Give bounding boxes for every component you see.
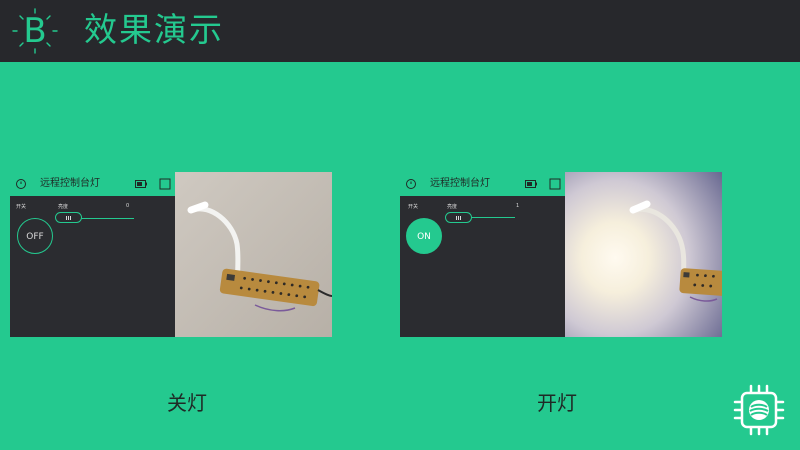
slider-value: 0	[126, 203, 130, 209]
app-header: 远程控制台灯	[10, 172, 175, 196]
slider-label: 亮度	[447, 204, 458, 210]
device-icon[interactable]	[405, 178, 417, 190]
caption-on: 开灯	[537, 391, 577, 415]
device-icon[interactable]	[15, 178, 27, 190]
chip-logo-icon	[731, 382, 787, 438]
logo-letter: B	[23, 11, 47, 51]
slider-grip-icon	[66, 216, 72, 220]
app-title: 远程控制台灯	[430, 178, 490, 189]
demo-panel-off: 远程控制台灯 开关 亮度 0 OFF	[10, 172, 332, 337]
switch-label: 开关	[408, 204, 419, 210]
app-header: 远程控制台灯	[400, 172, 565, 196]
demo-panel-on: 远程控制台灯 开关 亮度 1 ON	[400, 172, 722, 337]
slider-grip-icon	[456, 216, 462, 220]
app-title: 远程控制台灯	[40, 178, 100, 189]
slider-value: 1	[516, 203, 520, 209]
square-icon[interactable]	[159, 178, 171, 190]
power-button[interactable]: ON	[406, 218, 442, 254]
battery-icon[interactable]	[135, 179, 147, 189]
blynk-logo-icon: B	[10, 6, 60, 56]
brightness-slider-knob[interactable]	[445, 212, 472, 223]
lamp-photo-off	[175, 172, 332, 337]
brightness-slider-knob[interactable]	[55, 212, 82, 223]
lamp-photo-on	[565, 172, 722, 337]
page-title: 效果演示	[84, 10, 224, 49]
slider-label: 亮度	[58, 204, 69, 210]
battery-icon[interactable]	[525, 179, 537, 189]
app-screen: 远程控制台灯 开关 亮度 0 OFF	[10, 172, 175, 337]
top-bar: B 效果演示	[0, 0, 800, 62]
caption-off: 关灯	[167, 391, 207, 415]
power-button[interactable]: OFF	[17, 218, 53, 254]
app-screen: 远程控制台灯 开关 亮度 1 ON	[400, 172, 565, 337]
square-icon[interactable]	[549, 178, 561, 190]
switch-label: 开关	[16, 204, 27, 210]
